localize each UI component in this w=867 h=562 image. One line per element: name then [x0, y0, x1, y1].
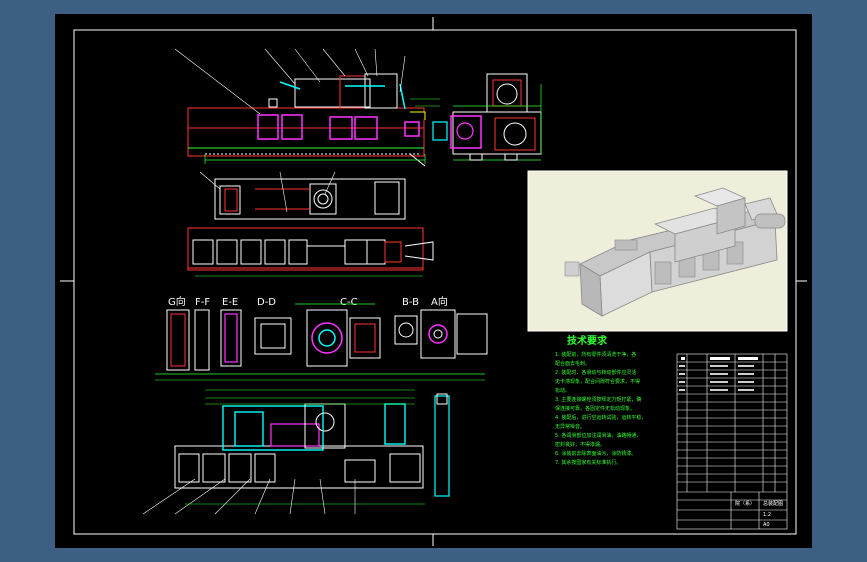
- section-views: [155, 303, 488, 381]
- section-labels: G向 F-F E-E D-D C-C B-B A向: [168, 295, 448, 308]
- cad-viewport[interactable]: G向 F-F E-E D-D C-C B-B A向 技术要求 1. 装配前，所有…: [0, 0, 867, 562]
- tech-note-line: 无卡滞现象，配合间隙符合要求，不得: [555, 378, 640, 385]
- top-elevation-view: [174, 48, 440, 167]
- tech-note-line: 5. 各润滑部位加注润滑油，油路畅通，: [555, 432, 641, 439]
- tech-note-line: 4. 装配后，进行空运转试验，运转平稳，: [555, 414, 646, 421]
- tech-note-line: 2. 装配时，各滑动与转动部件应灵活: [555, 369, 636, 376]
- tech-note-line: 7. 其余按国家有关标准执行。: [555, 459, 621, 466]
- plan-view: [199, 171, 406, 220]
- section-label-a: A向: [431, 295, 448, 308]
- lower-elevation-view: [187, 227, 434, 277]
- bottom-assembly-view: [142, 389, 450, 515]
- tech-note-line: 6. 涂装前去除表面油污，涂防锈漆。: [555, 450, 636, 457]
- section-label-d: D-D: [257, 297, 276, 308]
- drawing-canvas: G向 F-F E-E D-D C-C B-B A向 技术要求 1. 装配前，所有…: [60, 17, 807, 546]
- title-block-drawing-name: 总装配图: [763, 500, 783, 507]
- tech-note-line: 密封良好，不得渗漏。: [555, 441, 605, 448]
- title-block-scale: 1:2: [763, 512, 771, 518]
- parts-list-rows: [677, 361, 787, 493]
- section-label-e: E-E: [222, 297, 238, 308]
- isometric-render-panel: [527, 170, 788, 332]
- title-block-school: 院（系）: [735, 500, 755, 507]
- section-label-b: B-B: [402, 297, 419, 308]
- section-label-c: C-C: [340, 297, 358, 308]
- tech-note-line: 松动。: [555, 387, 570, 394]
- tech-note-line: 保连接可靠，各固定件无松动现象。: [555, 405, 635, 412]
- section-label-f: F-F: [195, 297, 210, 308]
- side-view-top-right: [432, 73, 542, 161]
- tech-note-line: 配合面去毛刺。: [555, 360, 590, 367]
- tech-notes-title: 技术要求: [567, 334, 608, 347]
- section-label-g: G向: [168, 295, 186, 308]
- drawing-sheet: G向 F-F E-E D-D C-C B-B A向 技术要求 1. 装配前，所有…: [55, 14, 812, 548]
- technical-requirements: 技术要求 1. 装配前，所有零件须清洗干净，各 配合面去毛刺。 2. 装配时，各…: [555, 334, 646, 466]
- tech-note-line: 无异常噪音。: [555, 423, 585, 430]
- tech-note-line: 3. 主要连接螺栓须按规定力矩拧紧，确: [555, 396, 641, 403]
- tech-note-line: 1. 装配前，所有零件须清洗干净，各: [555, 351, 636, 358]
- title-block-sheet: A0: [763, 522, 770, 528]
